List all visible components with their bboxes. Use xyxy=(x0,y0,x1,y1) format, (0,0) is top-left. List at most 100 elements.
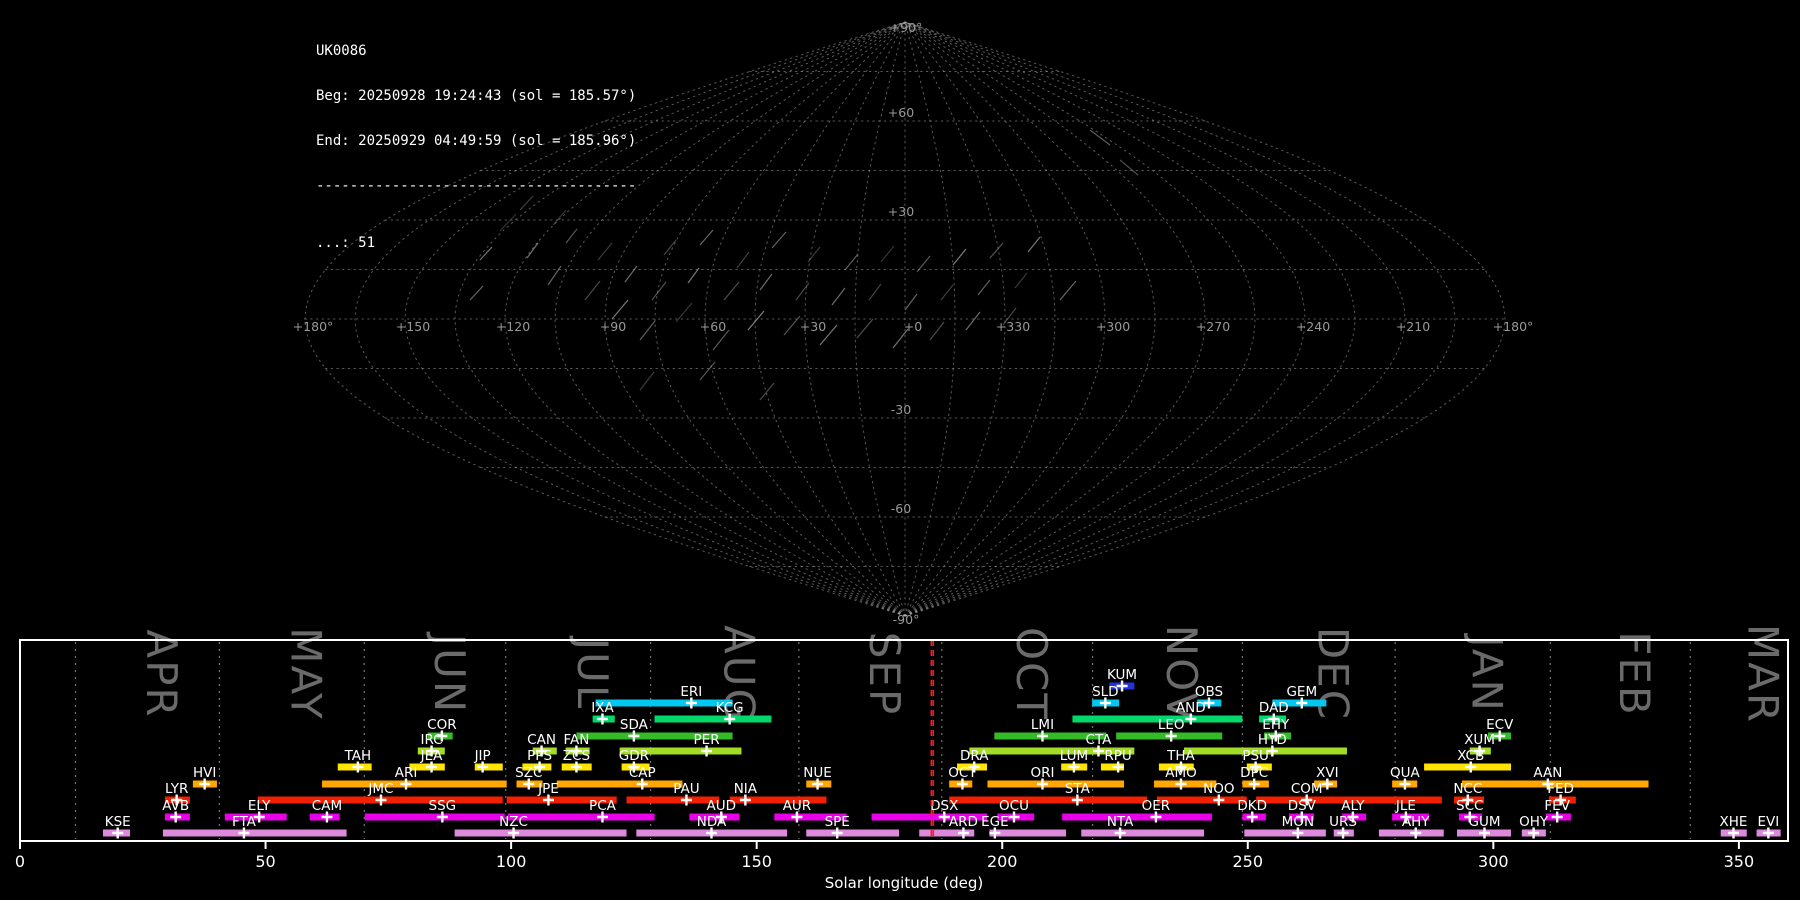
shower-bar xyxy=(557,781,683,788)
shower-bar xyxy=(989,830,1066,837)
shower-code-label: COM xyxy=(1291,781,1323,797)
shower-code-label: OCT xyxy=(948,765,977,781)
x-axis-tick-label: 0 xyxy=(15,852,25,871)
shower-code-label: PCA xyxy=(589,798,617,814)
x-axis-tick-label: 150 xyxy=(741,852,772,871)
shower-code-label: CTA xyxy=(1086,732,1113,748)
x-axis-tick-label: 350 xyxy=(1724,852,1755,871)
shower-code-label: AAN xyxy=(1533,765,1562,781)
shower-code-label: JEA xyxy=(420,748,444,764)
shower-code-label: FEV xyxy=(1544,798,1570,814)
shower-code-label: NDA xyxy=(697,814,727,830)
shower-code-label: LUM xyxy=(1060,748,1088,764)
shower-code-label: EGE xyxy=(981,814,1009,830)
shower-bar xyxy=(655,716,772,723)
shower-code-label: ARD xyxy=(949,814,978,830)
shower-code-label: TAH xyxy=(344,748,372,764)
shower-code-label: DAD xyxy=(1259,700,1289,716)
x-axis-tick-label: 50 xyxy=(255,852,275,871)
shower-code-label: ECV xyxy=(1486,717,1514,733)
shower-code-label: EHY xyxy=(1262,717,1290,733)
shower-code-label: CAN xyxy=(527,732,556,748)
shower-code-label: ALY xyxy=(1341,798,1365,814)
shower-code-label: IRC xyxy=(420,732,442,748)
shower-code-label: LYR xyxy=(165,781,188,797)
x-axis-tick-label: 100 xyxy=(496,852,527,871)
shower-code-label: HYD xyxy=(1258,732,1287,748)
shower-code-label: XHE xyxy=(1720,814,1748,830)
separator: -------------------------------------- xyxy=(316,179,636,194)
x-axis-tick-label: 300 xyxy=(1478,852,1509,871)
shower-bar xyxy=(455,830,627,837)
shower-code-label: XCB xyxy=(1457,748,1484,764)
shower-code-label: XUM xyxy=(1464,732,1495,748)
shower-code-label: DSX xyxy=(930,798,958,814)
shower-code-label: NIA xyxy=(734,781,758,797)
meteor-count: ...: 51 xyxy=(316,236,636,251)
shower-bar xyxy=(322,781,507,788)
shower-code-label: JIP xyxy=(474,748,491,764)
shower-code-label: HVI xyxy=(193,765,216,781)
shower-bar xyxy=(1244,830,1326,837)
shower-code-label: OHY xyxy=(1519,814,1549,830)
shower-code-label: DKD xyxy=(1237,798,1267,814)
shower-code-label: ORI xyxy=(1030,765,1054,781)
shower-code-label: SZC xyxy=(515,765,542,781)
month-label: FEB xyxy=(1610,631,1659,717)
shower-code-label: NUE xyxy=(803,765,832,781)
shower-bar xyxy=(1062,814,1212,821)
shower-code-label: URS xyxy=(1329,814,1357,830)
begin-time: Beg: 20250928 19:24:43 (sol = 185.57°) xyxy=(316,89,636,104)
shower-code-label: PSU xyxy=(1242,748,1269,764)
shower-code-label: QUA xyxy=(1390,765,1421,781)
shower-code-label: STA xyxy=(1065,781,1091,797)
shower-code-label: CAP xyxy=(629,765,656,781)
shower-code-label: IXA xyxy=(591,700,614,716)
shower-code-label: NTA xyxy=(1107,814,1134,830)
activity-timeline: APRMAYJUNJULAUGSEPOCTNOVDECJANFEBMARKUME… xyxy=(0,0,1800,900)
shower-bar xyxy=(596,700,733,707)
shower-code-label: NZC xyxy=(499,814,528,830)
shower-code-label: GUM xyxy=(1468,814,1500,830)
shower-code-label: KUM xyxy=(1107,667,1137,683)
shower-code-label: THA xyxy=(1166,748,1195,764)
month-label: JUL xyxy=(568,635,617,711)
shower-bar xyxy=(627,797,720,804)
observation-header: UK0086 Beg: 20250928 19:24:43 (sol = 185… xyxy=(316,14,636,281)
meteor-observation-screen: +90°+60+30-30-60-90°+180°+150+120+90+60+… xyxy=(0,0,1800,900)
shower-code-label: LMI xyxy=(1031,717,1054,733)
shower-code-label: MON xyxy=(1282,814,1314,830)
shower-code-label: SLD xyxy=(1092,684,1119,700)
shower-code-label: EVI xyxy=(1757,814,1779,830)
shower-code-label: PAU xyxy=(673,781,699,797)
x-axis-title: Solar longitude (deg) xyxy=(825,874,983,892)
month-label: OCT xyxy=(1007,627,1056,721)
shower-bar xyxy=(163,830,347,837)
shower-code-label: FTA xyxy=(232,814,257,830)
shower-code-label: ERI xyxy=(680,684,702,700)
shower-code-label: KCG xyxy=(716,700,744,716)
shower-code-label: SSG xyxy=(429,798,457,814)
station-id: UK0086 xyxy=(316,44,636,59)
shower-bar xyxy=(1081,830,1204,837)
shower-code-label: PPS xyxy=(527,748,552,764)
shower-code-label: AHY xyxy=(1402,814,1430,830)
shower-code-label: OCU xyxy=(999,798,1029,814)
shower-code-label: ARI xyxy=(395,765,418,781)
shower-code-label: FED xyxy=(1547,781,1574,797)
shower-code-label: LEO xyxy=(1158,717,1185,733)
shower-code-label: AUR xyxy=(783,798,812,814)
shower-code-label: JLE xyxy=(1395,798,1416,814)
shower-code-label: CAM xyxy=(312,798,342,814)
shower-bar xyxy=(949,797,1147,804)
month-label: APR xyxy=(137,629,186,718)
shower-code-label: FAN xyxy=(563,732,589,748)
shower-bar xyxy=(508,814,655,821)
shower-code-label: SCC xyxy=(1456,798,1483,814)
shower-code-label: NOO xyxy=(1203,781,1234,797)
shower-code-label: AMO xyxy=(1165,765,1197,781)
shower-code-label: GEM xyxy=(1286,684,1317,700)
shower-code-label: AUD xyxy=(707,798,737,814)
shower-bar xyxy=(806,830,899,837)
month-label: MAY xyxy=(282,627,331,720)
